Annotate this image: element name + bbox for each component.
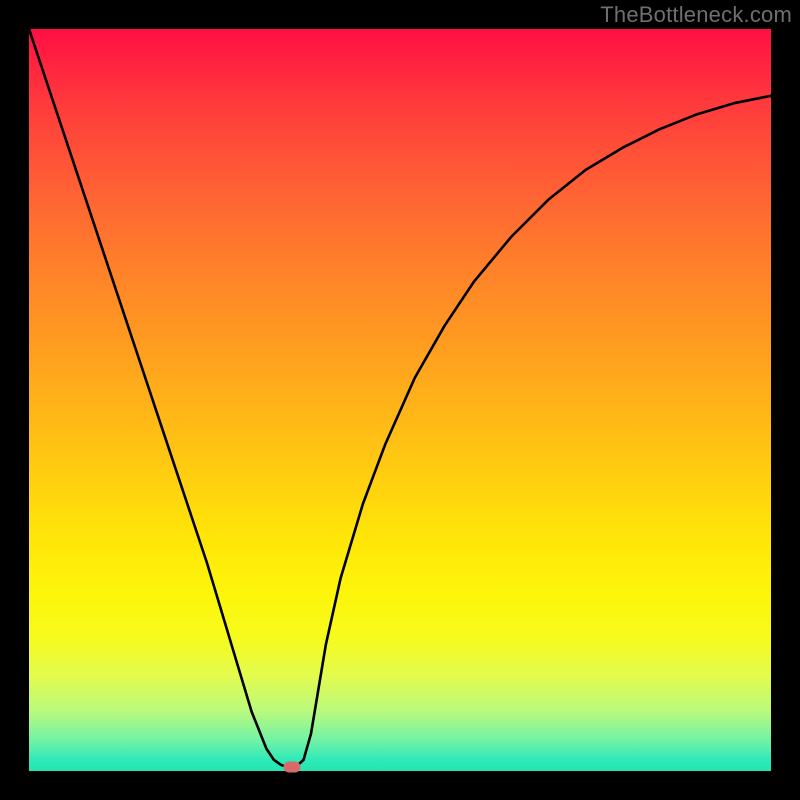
chart-frame: TheBottleneck.com [0, 0, 800, 800]
optimal-point-marker [284, 762, 301, 773]
plot-area [29, 29, 771, 771]
attribution-label: TheBottleneck.com [600, 2, 792, 28]
bottleneck-curve [29, 29, 771, 771]
